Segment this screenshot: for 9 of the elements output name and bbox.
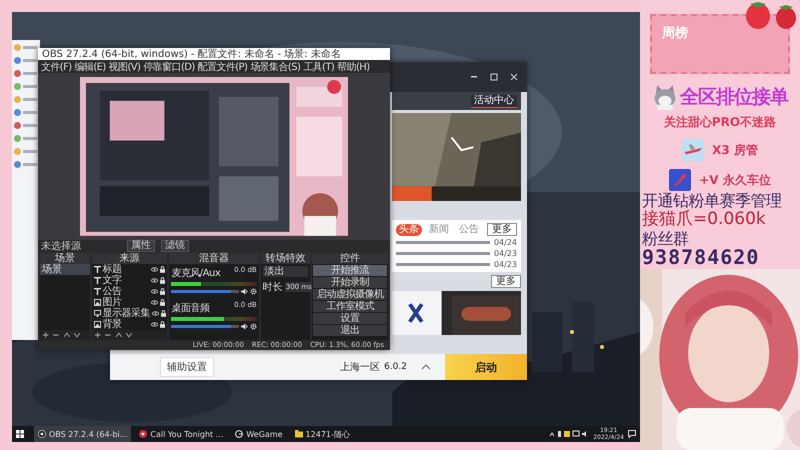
promo-text: 粉丝群	[641, 229, 688, 248]
promo-text: 接猫爪=0.060k	[641, 210, 766, 229]
perk-label: +V 永久车位	[699, 172, 771, 188]
promo-text: 938784620	[641, 248, 760, 267]
follow-text: 关注甜心PRO不迷路	[664, 114, 776, 131]
board-title: 周榜	[662, 26, 688, 41]
promo-text: 开通钻粉单赛季管理	[641, 191, 782, 210]
headline: 全区排位接单	[680, 85, 788, 110]
perk-label: X3 房管	[712, 142, 758, 158]
